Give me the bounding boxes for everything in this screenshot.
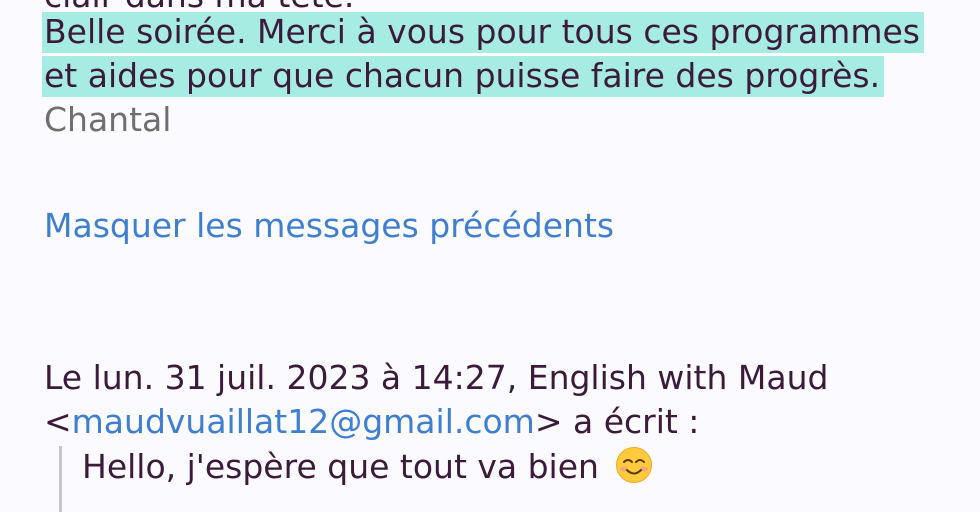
wrote-label: > a écrit :: [534, 402, 700, 441]
hide-previous-messages-link[interactable]: Masquer les messages précédents: [44, 206, 614, 246]
quoted-message-text: Hello, j'espère que tout va bien: [82, 446, 653, 487]
sender-email-link[interactable]: maudvuaillat12@gmail.com: [72, 402, 535, 441]
quote-bar: [59, 446, 62, 512]
smiling-face-icon: [615, 446, 653, 484]
quoted-header-line-2: <maudvuaillat12@gmail.com> a écrit :: [44, 402, 699, 442]
highlighted-text: et aides pour que chacun puisse faire de…: [42, 56, 885, 97]
message-body-line-2: et aides pour que chacun puisse faire de…: [42, 56, 885, 97]
email-thread-view: clair dans ma tête. Belle soirée. Merci …: [0, 0, 980, 512]
message-signature: Chantal: [44, 100, 172, 139]
highlighted-text: Belle soirée. Merci à vous pour tous ces…: [42, 12, 924, 53]
quoted-text: Hello, j'espère que tout va bien: [82, 447, 599, 486]
message-body-line-1: Belle soirée. Merci à vous pour tous ces…: [42, 12, 924, 53]
email-open-bracket: <: [44, 402, 72, 441]
quoted-header-line-1: Le lun. 31 juil. 2023 à 14:27, English w…: [44, 358, 829, 397]
